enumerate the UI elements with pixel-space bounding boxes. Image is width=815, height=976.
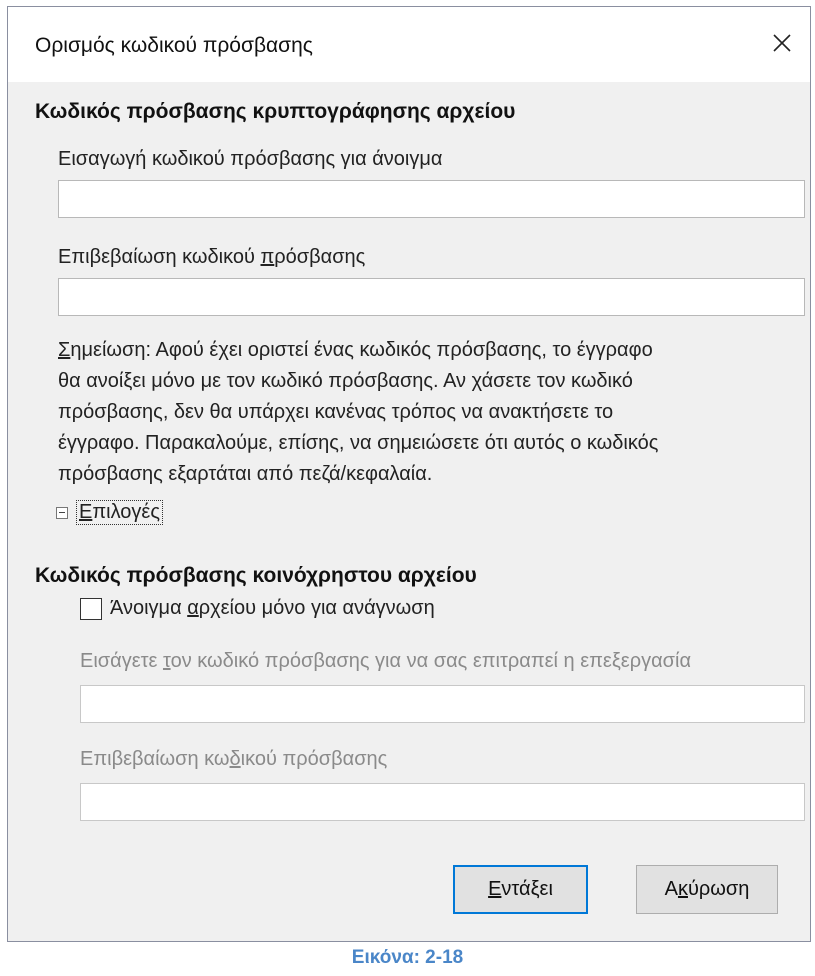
close-icon [773, 34, 791, 52]
button-label: ύρωση [687, 878, 750, 900]
note-line: έγγραφο. Παρακαλούμε, επίσης, να σημειώσ… [58, 432, 659, 454]
readonly-option[interactable]: Άνοιγμα αρχείου μόνο για ανάγνωση [80, 597, 435, 620]
open-password-input[interactable] [58, 180, 805, 218]
note-text: Σημείωση: Αφού έχει οριστεί ένας κωδικός… [58, 335, 793, 490]
mnemonic: Σ [58, 339, 71, 361]
title-bar: Ορισμός κωδικού πρόσβασης [8, 7, 810, 82]
edit-password-input[interactable] [80, 685, 805, 723]
figure-caption: Εικόνα: 2-18 [351, 947, 464, 968]
options-label: Επιλογές [76, 500, 163, 525]
button-label: ντάξει [501, 878, 553, 900]
label-text: Επιβεβαίωση κωδικού [58, 246, 261, 268]
label-text: ον κωδικό πρόσβασης για να σας επιτραπεί… [170, 650, 692, 672]
readonly-checkbox[interactable] [80, 597, 102, 620]
button-label: Α [664, 878, 678, 900]
options-expander[interactable]: Επιλογές [56, 500, 163, 525]
sharing-heading: Κωδικός πρόσβασης κοινόχρηστου αρχείου [35, 564, 477, 587]
label-text: ρχείου μόνο για ανάγνωση [198, 597, 435, 619]
note-line-text: ημείωση: Αφού έχει οριστεί ένας κωδικός … [70, 339, 653, 361]
mnemonic: Ε [79, 501, 93, 523]
note-line: Σημείωση: Αφού έχει οριστεί ένας κωδικός… [58, 335, 793, 366]
note-line: πρόσβασης, δεν θα υπάρχει κανένας τρόπος… [58, 401, 614, 423]
mnemonic: α [187, 597, 199, 619]
mnemonic: κ [677, 878, 688, 900]
note-line: πρόσβασης εξαρτάται από πεζά/κεφαλαία. [58, 463, 433, 485]
label-text: ρόσβασης [274, 246, 366, 268]
encryption-heading: Κωδικός πρόσβασης κρυπτογράφησης αρχείου [35, 100, 516, 123]
edit-confirm-label: Επιβεβαίωση κωδικού πρόσβασης [80, 748, 387, 771]
dialog-title: Ορισμός κωδικού πρόσβασης [35, 34, 313, 57]
edit-password-label: Εισάγετε τον κωδικό πρόσβασης για να σας… [80, 650, 691, 673]
label-text: Εισάγετε [80, 650, 163, 672]
note-line: θα ανοίξει μόνο με τον κωδικό πρόσβασης.… [58, 370, 633, 392]
close-button[interactable] [764, 25, 800, 61]
mnemonic: Ε [488, 878, 502, 900]
mnemonic: τ [162, 650, 171, 672]
label-text: Επιβεβαίωση κω [80, 748, 230, 770]
label-text: πιλογές [92, 501, 160, 523]
edit-confirm-input[interactable] [80, 783, 805, 821]
confirm-password-input[interactable] [58, 278, 805, 316]
password-dialog: Ορισμός κωδικού πρόσβασης Κωδικός πρόσβα… [7, 6, 811, 942]
label-text: Άνοιγμα [110, 597, 188, 619]
readonly-label: Άνοιγμα αρχείου μόνο για ανάγνωση [110, 597, 435, 620]
mnemonic: δ [229, 748, 241, 770]
mnemonic: π [260, 246, 275, 268]
collapse-icon [56, 506, 68, 519]
ok-button[interactable]: Εντάξει [453, 865, 588, 914]
label-text: ικού πρόσβασης [240, 748, 388, 770]
cancel-button[interactable]: Ακ ύρωση [636, 865, 778, 914]
confirm-password-label: Επιβεβαίωση κωδικού πρόσβασης [58, 246, 365, 269]
open-password-label: Εισαγωγή κωδικού πρόσβασης για άνοιγμα [58, 148, 443, 170]
